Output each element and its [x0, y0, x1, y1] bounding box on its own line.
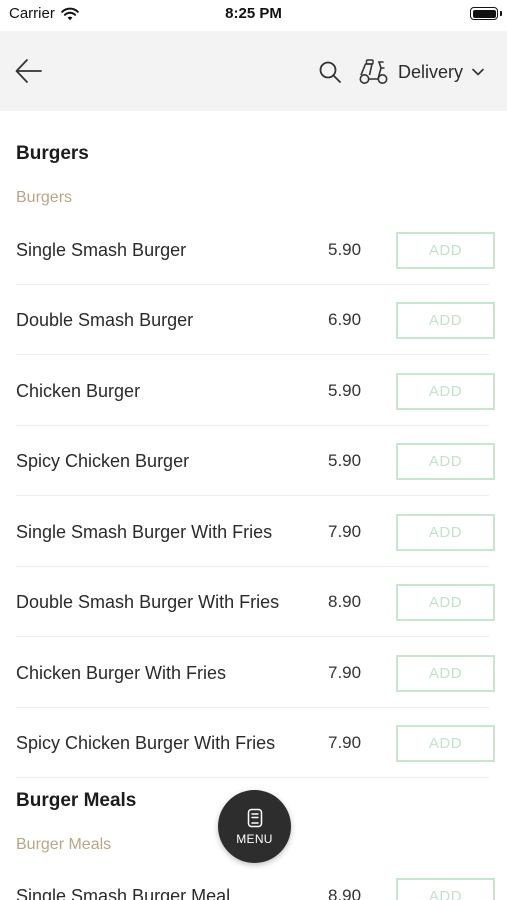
item-price: 8.90 — [328, 886, 362, 900]
menu-item: Chicken Burger With Fries 7.90 ADD — [0, 638, 507, 708]
divider — [16, 354, 489, 355]
item-name: Chicken Burger — [16, 381, 141, 401]
add-button[interactable]: ADD — [396, 373, 495, 410]
menu-item: Spicy Chicken Burger With Fries 7.90 ADD — [0, 708, 507, 778]
add-button[interactable]: ADD — [396, 514, 495, 551]
add-button[interactable]: ADD — [396, 655, 495, 692]
section-title-burger-meals: Burger Meals — [16, 790, 137, 811]
item-name: Single Smash Burger Meal — [16, 886, 231, 900]
item-price: 5.90 — [328, 240, 362, 259]
item-price: 5.90 — [328, 451, 362, 470]
add-button[interactable]: ADD — [396, 443, 495, 480]
search-button[interactable] — [318, 60, 342, 84]
add-button[interactable]: ADD — [396, 878, 495, 900]
item-price: 7.90 — [328, 733, 362, 752]
status-bar: Carrier 8:25 PM — [0, 0, 507, 30]
menu-card-icon — [247, 808, 262, 827]
divider — [16, 495, 489, 496]
item-price: 8.90 — [328, 592, 362, 611]
menu-fab-button[interactable]: MENU — [218, 790, 291, 863]
delivery-label: Delivery — [398, 61, 464, 82]
item-name: Spicy Chicken Burger With Fries — [16, 733, 276, 753]
item-name: Double Smash Burger — [16, 310, 194, 330]
scooter-icon — [359, 59, 388, 84]
subcategory-burger-meals: Burger Meals — [16, 836, 112, 853]
menu-item: Single Smash Burger With Fries 7.90 ADD — [0, 497, 507, 567]
chevron-down-icon — [472, 68, 484, 76]
item-name: Chicken Burger With Fries — [16, 663, 227, 683]
divider — [16, 636, 489, 637]
top-nav-bar: Delivery — [0, 31, 507, 111]
menu-item: Single Smash Burger 5.90 ADD — [0, 215, 507, 285]
back-button[interactable] — [14, 57, 44, 85]
arrow-left-icon — [15, 59, 42, 83]
subcategory-burgers: Burgers — [16, 189, 73, 206]
item-price: 7.90 — [328, 663, 362, 682]
item-name: Single Smash Burger With Fries — [16, 522, 273, 542]
menu-list[interactable]: Burgers Burgers Single Smash Burger 5.90… — [0, 111, 507, 900]
section-title-burgers: Burgers — [16, 143, 89, 164]
item-price: 5.90 — [328, 381, 362, 400]
item-name: Double Smash Burger With Fries — [16, 592, 280, 612]
delivery-mode-selector[interactable]: Delivery — [358, 57, 484, 87]
clock: 8:25 PM — [225, 5, 282, 22]
battery-icon — [470, 7, 498, 20]
menu-item: Double Smash Burger With Fries 8.90 ADD — [0, 567, 507, 637]
add-button[interactable]: ADD — [396, 725, 495, 762]
add-button[interactable]: ADD — [396, 232, 495, 269]
search-icon — [319, 61, 341, 83]
menu-fab-label: MENU — [236, 831, 273, 846]
menu-item: Spicy Chicken Burger 5.90 ADD — [0, 426, 507, 496]
menu-item: Single Smash Burger Meal 8.90 ADD — [0, 861, 507, 900]
menu-item: Double Smash Burger 6.90 ADD — [0, 285, 507, 355]
item-name: Spicy Chicken Burger — [16, 451, 190, 471]
item-price: 6.90 — [328, 310, 362, 329]
item-price: 7.90 — [328, 522, 362, 541]
item-name: Single Smash Burger — [16, 240, 187, 260]
divider — [16, 777, 489, 778]
add-button[interactable]: ADD — [396, 302, 495, 339]
add-button[interactable]: ADD — [396, 584, 495, 621]
menu-item: Chicken Burger 5.90 ADD — [0, 356, 507, 426]
